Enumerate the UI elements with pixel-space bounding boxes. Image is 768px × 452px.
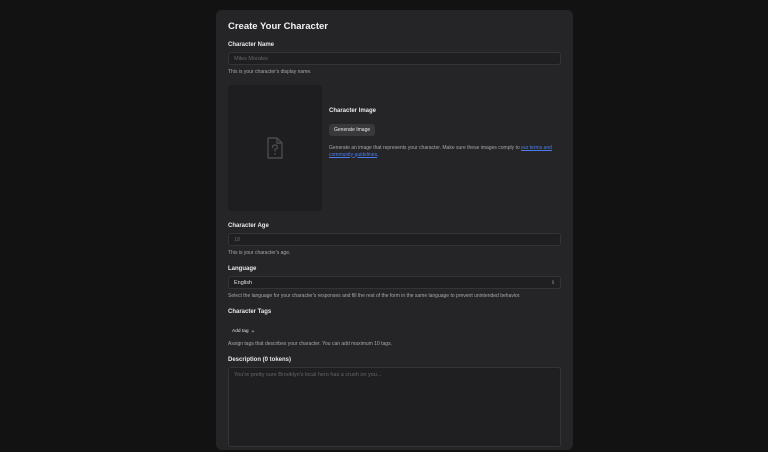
character-age-label: Character Age (228, 223, 269, 229)
character-tags-label: Character Tags (228, 309, 272, 315)
character-name-input[interactable] (228, 52, 561, 65)
character-tags-help: Assign tags that describes your characte… (228, 341, 392, 347)
add-tag-button[interactable]: Add tag + (228, 326, 259, 337)
character-age-input[interactable] (228, 233, 561, 246)
generate-image-button[interactable]: Generate Image (329, 123, 376, 136)
language-section: Language English ⇕ Select the language f… (228, 266, 561, 300)
language-selected-value: English (234, 279, 253, 286)
plus-icon: + (251, 328, 255, 335)
description-label: Description (0 tokens) (228, 357, 292, 363)
character-name-label: Character Name (228, 42, 275, 48)
character-name-section: Character Name This is your character's … (228, 42, 561, 76)
image-file-question-icon (267, 137, 283, 159)
character-image-help: Generate an image that represents your c… (329, 145, 561, 159)
character-age-help: This is your character's age. (228, 250, 291, 256)
character-image-label: Character Image (329, 107, 377, 114)
create-character-card: Create Your Character Character Name Thi… (216, 10, 573, 450)
character-tags-section: Character Tags Add tag + Assign tags tha… (228, 309, 561, 348)
language-select[interactable]: English ⇕ (228, 276, 561, 289)
character-image-section: Character Image Generate Image Generate … (228, 85, 561, 211)
character-image-help-suffix: . (377, 151, 379, 158)
character-image-info: Character Image Generate Image Generate … (322, 108, 561, 159)
character-image-help-text: Generate an image that represents your c… (329, 144, 522, 151)
page-title: Create Your Character (228, 21, 328, 32)
chevron-up-down-icon: ⇕ (550, 279, 555, 286)
description-textarea[interactable] (228, 367, 561, 447)
character-image-preview[interactable] (228, 85, 322, 211)
description-section: Description (0 tokens) (228, 357, 561, 452)
language-help: Select the language for your character's… (228, 293, 521, 299)
character-age-section: Character Age This is your character's a… (228, 223, 561, 257)
add-tag-label: Add tag (232, 329, 249, 334)
language-label: Language (228, 266, 257, 272)
character-name-help: This is your character's display name. (228, 69, 312, 75)
